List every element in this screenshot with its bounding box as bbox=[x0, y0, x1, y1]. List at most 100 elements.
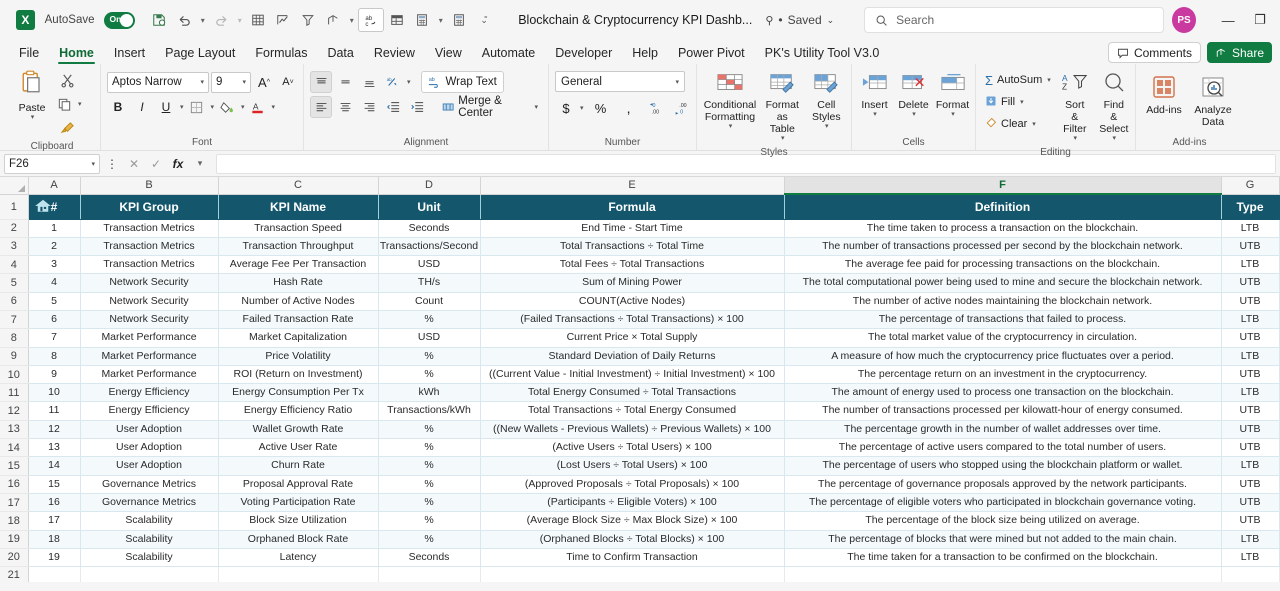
share-chevron-down-icon[interactable]: ▾ bbox=[346, 8, 357, 32]
delete-chevron-down-icon[interactable]: ▾ bbox=[912, 111, 916, 119]
cell-r12-c0[interactable]: 11 bbox=[28, 401, 81, 421]
cell-r15-c4[interactable]: (Lost Users ÷ Total Users) × 100 bbox=[480, 456, 785, 476]
empty-cell[interactable] bbox=[378, 566, 481, 582]
align-right-button[interactable] bbox=[358, 96, 380, 118]
customize-qat-icon[interactable]: ⌄̄ bbox=[472, 8, 496, 32]
spelling-icon[interactable]: ab c bbox=[358, 8, 385, 32]
cell-r11-c5[interactable]: The amount of energy used to process one… bbox=[784, 383, 1222, 403]
formula-bar-chevron-down-icon[interactable]: ▾ bbox=[190, 154, 210, 174]
row-header-2[interactable]: 2 bbox=[0, 219, 29, 238]
cell-r13-c0[interactable]: 12 bbox=[28, 420, 81, 440]
cell-r15-c0[interactable]: 14 bbox=[28, 456, 81, 476]
row-header-19[interactable]: 19 bbox=[0, 530, 29, 549]
cell-r3-c3[interactable]: Transactions/Second bbox=[378, 237, 481, 257]
insert-cells-button[interactable]: Insert ▾ bbox=[857, 70, 893, 121]
cell-r20-c3[interactable]: Seconds bbox=[378, 548, 481, 568]
format-as-table-chevron-down-icon[interactable]: ▾ bbox=[781, 135, 785, 143]
autosum-button[interactable]: Σ AutoSum ▾ bbox=[982, 70, 1054, 90]
cell-r8-c4[interactable]: Current Price × Total Supply bbox=[480, 328, 785, 348]
cell-styles-button[interactable]: Cell Styles ▾ bbox=[808, 70, 845, 133]
copy-chevron-down-icon[interactable]: ▾ bbox=[78, 100, 82, 108]
name-box-chevron-down-icon[interactable]: ▾ bbox=[91, 160, 95, 168]
cell-r4-c1[interactable]: Transaction Metrics bbox=[80, 255, 219, 275]
cell-r10-c0[interactable]: 9 bbox=[28, 365, 81, 385]
empty-row[interactable]: 21 bbox=[0, 566, 1280, 582]
share-arrow-icon[interactable] bbox=[321, 8, 345, 32]
cell-r17-c6[interactable]: UTB bbox=[1221, 493, 1280, 513]
cell-r14-c6[interactable]: UTB bbox=[1221, 438, 1280, 458]
table-row[interactable]: 7 6 Network Security Failed Transaction Rat… bbox=[0, 310, 1280, 330]
row-header-21[interactable]: 21 bbox=[0, 566, 29, 582]
empty-cell[interactable] bbox=[28, 566, 81, 582]
cell-r5-c3[interactable]: TH/s bbox=[378, 273, 481, 293]
redo-icon[interactable] bbox=[209, 8, 233, 32]
table-row[interactable]: 6 5 Network Security Number of Active Nodes… bbox=[0, 292, 1280, 311]
cell-r20-c0[interactable]: 19 bbox=[28, 548, 81, 568]
cell-r14-c1[interactable]: User Adoption bbox=[80, 438, 219, 458]
cell-r17-c5[interactable]: The percentage of eligible voters who pa… bbox=[784, 493, 1222, 513]
avatar[interactable]: PS bbox=[1171, 7, 1197, 33]
cell-r4-c0[interactable]: 3 bbox=[28, 255, 81, 275]
column-header-a[interactable]: A bbox=[28, 177, 81, 195]
cell-r5-c6[interactable]: UTB bbox=[1221, 273, 1280, 293]
orientation-chevron-down-icon[interactable]: ▾ bbox=[407, 78, 411, 86]
tab-insert[interactable]: Insert bbox=[105, 44, 154, 64]
cell-r16-c5[interactable]: The percentage of governance proposals a… bbox=[784, 475, 1222, 494]
table-row[interactable]: 5 4 Network Security Hash Rate TH/s Sum of Mi… bbox=[0, 273, 1280, 293]
cell-r3-c0[interactable]: 2 bbox=[28, 237, 81, 257]
sort-filter-button[interactable]: AZ Sort & Filter ▾ bbox=[1057, 70, 1093, 145]
empty-cell[interactable] bbox=[784, 566, 1222, 582]
merge-center-button[interactable]: Merge & Center ▾ bbox=[438, 95, 542, 119]
spreadsheet-grid[interactable]: A B C D E F G 1 # KPI Group KPI Name Uni… bbox=[0, 177, 1280, 582]
tab-page-layout[interactable]: Page Layout bbox=[156, 44, 244, 64]
tab-file[interactable]: File bbox=[10, 44, 48, 64]
cell-r13-c2[interactable]: Wallet Growth Rate bbox=[218, 420, 379, 440]
filter-icon[interactable] bbox=[296, 8, 320, 32]
cell-r12-c4[interactable]: Total Transactions ÷ Total Energy Consum… bbox=[480, 401, 785, 421]
column-header-c[interactable]: C bbox=[218, 177, 379, 195]
cell-r7-c0[interactable]: 6 bbox=[28, 310, 81, 330]
row-header-12[interactable]: 12 bbox=[0, 401, 29, 421]
cell-r5-c5[interactable]: The total computational power being used… bbox=[784, 273, 1222, 293]
cell-r11-c6[interactable]: LTB bbox=[1221, 383, 1280, 403]
header-cell-unit[interactable]: Unit bbox=[378, 194, 481, 220]
orientation-button[interactable]: ab bbox=[382, 71, 404, 93]
table-icon[interactable] bbox=[385, 8, 409, 32]
cell-r7-c2[interactable]: Failed Transaction Rate bbox=[218, 310, 379, 330]
empty-cell[interactable] bbox=[80, 566, 219, 582]
cell-r17-c3[interactable]: % bbox=[378, 493, 481, 513]
tab-automate[interactable]: Automate bbox=[473, 44, 545, 64]
empty-cell[interactable] bbox=[480, 566, 785, 582]
font-color-chevron-down-icon[interactable]: ▾ bbox=[272, 103, 276, 111]
column-header-e[interactable]: E bbox=[480, 177, 785, 195]
table-row[interactable]: 12 11 Energy Efficiency Energy Efficiency R… bbox=[0, 401, 1280, 421]
cell-r11-c2[interactable]: Energy Consumption Per Tx bbox=[218, 383, 379, 403]
cell-r19-c1[interactable]: Scalability bbox=[80, 530, 219, 549]
cell-r14-c4[interactable]: (Active Users ÷ Total Users) × 100 bbox=[480, 438, 785, 458]
column-header-d[interactable]: D bbox=[378, 177, 481, 195]
paste-button[interactable]: Paste ▾ bbox=[14, 67, 50, 124]
save-chevron-down-icon[interactable]: ⌄ bbox=[827, 15, 835, 26]
name-box-more-icon[interactable]: ⋮ bbox=[102, 154, 122, 174]
cell-r4-c6[interactable]: LTB bbox=[1221, 255, 1280, 275]
cell-r7-c4[interactable]: (Failed Transactions ÷ Total Transaction… bbox=[480, 310, 785, 330]
cell-r6-c6[interactable]: UTB bbox=[1221, 292, 1280, 311]
table-row[interactable]: 2 1 Transaction Metrics Transaction Speed Se… bbox=[0, 219, 1280, 238]
cell-r17-c4[interactable]: (Participants ÷ Eligible Voters) × 100 bbox=[480, 493, 785, 513]
comments-button[interactable]: Comments bbox=[1107, 42, 1201, 63]
header-cell-formula[interactable]: Formula bbox=[480, 194, 785, 220]
cell-r3-c5[interactable]: The number of transactions processed per… bbox=[784, 237, 1222, 257]
table-row[interactable]: 17 16 Governance Metrics Voting Participati… bbox=[0, 493, 1280, 513]
table-row[interactable]: 8 7 Market Performance Market Capitalizatio… bbox=[0, 328, 1280, 348]
cell-r7-c6[interactable]: LTB bbox=[1221, 310, 1280, 330]
cell-r6-c3[interactable]: Count bbox=[378, 292, 481, 311]
cell-r15-c1[interactable]: User Adoption bbox=[80, 456, 219, 476]
restore-button[interactable]: ❐ bbox=[1246, 5, 1274, 35]
cell-r3-c4[interactable]: Total Transactions ÷ Total Time bbox=[480, 237, 785, 257]
tab-formulas[interactable]: Formulas bbox=[246, 44, 316, 64]
increase-decimal-button[interactable]: .00 0 bbox=[670, 97, 692, 119]
table-row[interactable]: 9 8 Market Performance Price Volatility% Sta… bbox=[0, 347, 1280, 366]
cell-r20-c6[interactable]: LTB bbox=[1221, 548, 1280, 568]
table-row[interactable]: 18 17 Scalability Block Size Utilization% (A… bbox=[0, 511, 1280, 531]
empty-cell[interactable] bbox=[218, 566, 379, 582]
